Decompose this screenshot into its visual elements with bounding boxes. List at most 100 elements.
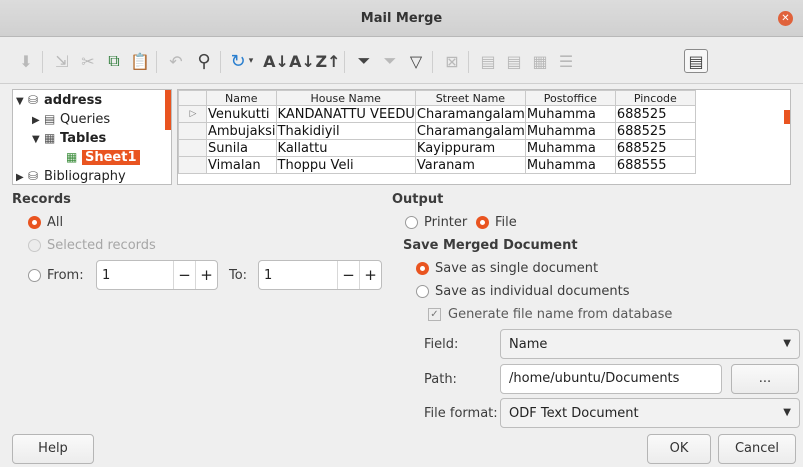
- cancel-button[interactable]: Cancel: [718, 434, 796, 464]
- browse-button[interactable]: ...: [731, 364, 799, 394]
- generate-filename-checkbox[interactable]: ✓ Generate file name from database: [428, 307, 672, 322]
- tree-item-queries[interactable]: ▶ ▤ Queries: [32, 110, 110, 129]
- column-header[interactable]: Name: [206, 90, 277, 106]
- cut-icon[interactable]: ✂: [76, 49, 100, 73]
- increment-button[interactable]: +: [359, 261, 381, 289]
- chevron-down-icon[interactable]: ▼: [32, 130, 44, 149]
- decrement-button[interactable]: −: [173, 261, 195, 289]
- table-row[interactable]: Sunila Kallattu Kayippuram Muhamma 68852…: [178, 139, 696, 157]
- window-title: Mail Merge: [360, 11, 443, 26]
- mail-merge-icon[interactable]: ▦: [528, 49, 552, 73]
- insert-icon[interactable]: ⬇: [14, 49, 38, 73]
- data-source-icon[interactable]: ▤: [684, 49, 708, 73]
- save-individual-radio[interactable]: Save as individual documents: [416, 284, 630, 299]
- column-header[interactable]: Postoffice: [524, 90, 616, 106]
- row-header[interactable]: [178, 139, 207, 157]
- table-cell[interactable]: Muhamma: [524, 139, 616, 157]
- grid-scrollbar[interactable]: [784, 110, 790, 124]
- chevron-right-icon[interactable]: ▶: [16, 168, 28, 184]
- save-single-radio[interactable]: Save as single document: [416, 261, 598, 276]
- column-header[interactable]: Street Name: [414, 90, 526, 106]
- table-cell[interactable]: 688555: [614, 156, 696, 174]
- data-to-fields-icon-2[interactable]: ▤: [502, 49, 526, 73]
- row-header[interactable]: [178, 156, 207, 174]
- chevron-right-icon[interactable]: ▶: [32, 111, 44, 130]
- file-format-dropdown[interactable]: ODF Text Document ▼: [500, 398, 800, 428]
- table-cell[interactable]: Sunila: [206, 139, 277, 157]
- to-spinbox[interactable]: 1 − +: [258, 260, 382, 290]
- table-cell[interactable]: Kayippuram: [414, 139, 526, 157]
- data-grid[interactable]: Name House Name Street Name Postoffice P…: [177, 89, 791, 185]
- title-bar: Mail Merge ✕: [0, 0, 803, 37]
- table-cell[interactable]: Muhamma: [524, 156, 616, 174]
- table-cell[interactable]: Thakidiyil: [275, 122, 416, 140]
- table-cell[interactable]: KANDANATTU VEEDU: [275, 105, 416, 123]
- tree-item-address[interactable]: ▼ ⛁ address: [16, 91, 102, 110]
- table-cell[interactable]: Ambujaksi: [206, 122, 277, 140]
- row-header[interactable]: [178, 122, 207, 140]
- apply-filter-icon[interactable]: ▽: [404, 49, 428, 73]
- radio-unchecked-icon: [416, 285, 429, 298]
- tree-item-sheet1[interactable]: ▦ Sheet1: [66, 148, 140, 167]
- ok-button[interactable]: OK: [647, 434, 711, 464]
- table-cell[interactable]: Charamangalam: [414, 105, 526, 123]
- find-icon[interactable]: ⚲: [192, 49, 216, 73]
- sheet-icon: ▦: [66, 150, 78, 164]
- table-row[interactable]: Vimalan Thoppu Veli Varanam Muhamma 6885…: [178, 156, 696, 174]
- standard-filter-icon[interactable]: ⏷: [378, 49, 402, 73]
- column-header[interactable]: House Name: [275, 90, 416, 106]
- database-tree[interactable]: ▼ ⛁ address ▶ ▤ Queries ▼ ▦ Tables ▦ Sheet1 ▶ ⛁ B…: [12, 89, 172, 185]
- table-row[interactable]: Ambujaksi Thakidiyil Charamangalam Muham…: [178, 122, 696, 140]
- undo-icon[interactable]: ↶: [164, 49, 188, 73]
- column-header[interactable]: Pincode: [614, 90, 696, 106]
- chevron-down-icon[interactable]: ▼: [783, 407, 791, 418]
- data-table: Name House Name Street Name Postoffice P…: [178, 90, 696, 174]
- from-value[interactable]: 1: [97, 268, 173, 283]
- explorer-icon[interactable]: ☰: [554, 49, 578, 73]
- from-spinbox[interactable]: 1 − +: [96, 260, 218, 290]
- data-to-fields-icon[interactable]: ⇲: [50, 49, 74, 73]
- table-cell[interactable]: 688525: [614, 139, 696, 157]
- table-cell[interactable]: Muhamma: [524, 122, 616, 140]
- data-to-text-icon[interactable]: ▤: [476, 49, 500, 73]
- table-cell[interactable]: 688525: [614, 105, 696, 123]
- table-cell[interactable]: Muhamma: [524, 105, 616, 123]
- table-row[interactable]: ▷ Venukutti KANDANATTU VEEDU Charamangal…: [178, 105, 696, 123]
- refresh-dropdown-icon[interactable]: ▾: [246, 49, 256, 73]
- records-all-radio[interactable]: All: [28, 215, 63, 230]
- path-input[interactable]: /home/ubuntu/Documents: [500, 364, 722, 394]
- field-dropdown[interactable]: Name ▼: [500, 329, 800, 359]
- tree-scrollbar[interactable]: [165, 90, 171, 130]
- close-icon[interactable]: ✕: [778, 11, 793, 26]
- table-cell[interactable]: Charamangalam: [414, 122, 526, 140]
- table-cell[interactable]: Vimalan: [206, 156, 277, 174]
- records-selected-radio[interactable]: Selected records: [28, 238, 156, 253]
- decrement-button[interactable]: −: [337, 261, 359, 289]
- output-file-radio[interactable]: File: [476, 215, 517, 230]
- sort-icon[interactable]: Z↑: [316, 49, 341, 73]
- increment-button[interactable]: +: [195, 261, 217, 289]
- autofilter-icon[interactable]: ⏷: [352, 49, 376, 73]
- tree-item-tables[interactable]: ▼ ▦ Tables: [32, 129, 106, 148]
- paste-icon[interactable]: 📋: [128, 49, 152, 73]
- current-row-icon[interactable]: ▷: [178, 105, 207, 123]
- records-from-radio[interactable]: From:: [28, 268, 84, 283]
- to-value[interactable]: 1: [259, 268, 337, 283]
- sort-ascending-icon[interactable]: A↓: [263, 49, 289, 73]
- output-printer-radio[interactable]: Printer: [405, 215, 467, 230]
- table-cell[interactable]: 688525: [614, 122, 696, 140]
- table-cell[interactable]: Varanam: [414, 156, 526, 174]
- remove-filter-icon[interactable]: ⊠: [440, 49, 464, 73]
- chevron-down-icon[interactable]: ▼: [783, 338, 791, 349]
- table-cell[interactable]: Kallattu: [275, 139, 416, 157]
- help-button[interactable]: Help: [12, 434, 94, 464]
- table-cell[interactable]: Venukutti: [206, 105, 277, 123]
- table-cell[interactable]: Thoppu Veli: [275, 156, 416, 174]
- radio-label: File: [495, 215, 517, 230]
- toolbar-separator: [468, 51, 469, 73]
- chevron-down-icon[interactable]: ▼: [16, 92, 28, 111]
- tree-item-bibliography[interactable]: ▶ ⛁ Bibliography: [16, 167, 126, 184]
- database-icon: ⛁: [28, 93, 39, 107]
- copy-icon[interactable]: ⧉: [102, 49, 126, 73]
- sort-descending-icon[interactable]: A↓: [289, 49, 315, 73]
